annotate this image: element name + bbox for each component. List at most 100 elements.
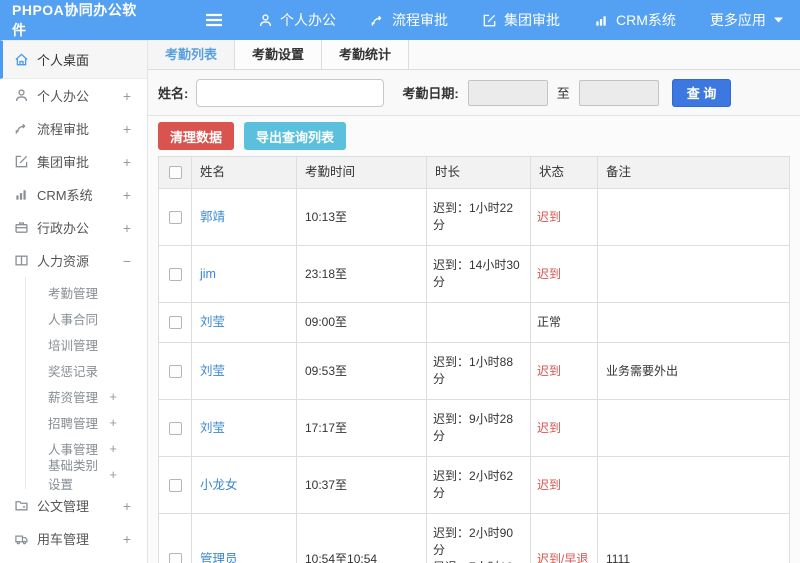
search-form: 姓名: 考勤日期: 至 查 询 — [148, 70, 800, 116]
row-checkbox[interactable] — [168, 267, 182, 281]
submenu-item-label: 培训管理 — [48, 338, 99, 353]
select-all-checkbox[interactable] — [168, 166, 182, 180]
remark-cell — [597, 399, 790, 457]
col-header-name: 姓名 — [191, 156, 297, 189]
briefcase-icon — [14, 220, 29, 235]
submenu-item-label: 招聘管理 — [48, 416, 99, 431]
nav-label: 个人办公 — [280, 12, 336, 28]
status-badge: 迟到/早退 — [530, 513, 598, 563]
employee-name-link[interactable]: 小龙女 — [200, 478, 238, 492]
nav-workflow-approval[interactable]: 流程审批 — [370, 10, 448, 30]
row-checkbox[interactable] — [168, 421, 182, 435]
expand-indicator: + — [122, 87, 131, 104]
nav-personal-office[interactable]: 个人办公 — [258, 10, 336, 30]
sidebar-item-personal-desktop[interactable]: 个人桌面 — [0, 40, 147, 79]
row-checkbox[interactable] — [168, 364, 182, 378]
sidebar-item-document-management[interactable]: 公文管理 + — [0, 489, 147, 522]
status-badge: 迟到 — [530, 456, 598, 514]
submenu-item-label: 薪资管理 — [48, 390, 99, 405]
expand-indicator: + — [122, 219, 131, 236]
nav-crm-system[interactable]: CRM系统 — [594, 10, 676, 30]
clean-data-button[interactable]: 清理数据 — [158, 122, 235, 150]
to-label: 至 — [556, 86, 570, 101]
attendance-time: 23:18至 — [296, 245, 427, 303]
employee-name-link[interactable]: jim — [200, 267, 216, 281]
table-row: 管理员 10:54至10:54 迟到：2小时90分早退：7小时10分 迟到/早退… — [158, 513, 790, 563]
submenu-item-base-category-settings[interactable]: 基础类别设置 + — [26, 459, 147, 492]
date-from-input[interactable] — [467, 79, 548, 106]
submenu-item-training-management[interactable]: 培训管理 — [26, 331, 147, 357]
sidebar-item-human-resources[interactable]: 人力资源 − — [0, 244, 147, 277]
nav-label: CRM系统 — [616, 12, 676, 28]
employee-name-link[interactable]: 刘莹 — [200, 421, 225, 435]
submenu-item-reward-punishment[interactable]: 奖惩记录 — [26, 357, 147, 383]
table-row: 刘莹 09:53至 迟到：1小时88分 迟到 业务需要外出 — [158, 342, 790, 400]
employee-name-link[interactable]: 郭靖 — [200, 210, 225, 224]
remark-cell — [597, 302, 790, 343]
top-bar: PHPOA协同办公软件 个人办公 流程审批 集团审批 CRM系统 更多应用 — [0, 0, 800, 40]
bar-chart-icon — [14, 187, 29, 202]
sidebar-item-vehicle-management[interactable]: 用车管理 + — [0, 522, 147, 555]
hr-submenu: 考勤管理 人事合同 培训管理 奖惩记录 薪资管理 + 招聘管理 + 人事管理 +… — [25, 277, 147, 492]
submenu-item-salary-management[interactable]: 薪资管理 + — [26, 383, 147, 409]
sidebar-item-admin-office[interactable]: 行政办公 + — [0, 211, 147, 244]
date-to-input[interactable] — [578, 79, 659, 106]
submenu-item-label: 基础类别设置 — [48, 459, 99, 492]
attendance-time: 09:53至 — [296, 342, 427, 400]
attendance-time: 10:54至10:54 — [296, 513, 427, 563]
workflow-icon — [14, 121, 29, 136]
tab-attendance-settings[interactable]: 考勤设置 — [235, 40, 323, 69]
submenu-item-attendance-management[interactable]: 考勤管理 — [26, 279, 147, 305]
attendance-table: 姓名 考勤时间 时长 状态 备注 郭靖 10:13至 迟到：1小时22分 迟到 … — [158, 156, 790, 563]
query-button[interactable]: 查 询 — [671, 78, 732, 107]
expand-indicator: + — [122, 497, 131, 514]
row-checkbox[interactable] — [168, 210, 182, 224]
sidebar-item-label: 公文管理 — [37, 499, 90, 514]
submenu-item-hr-contract[interactable]: 人事合同 — [26, 305, 147, 331]
workflow-icon — [370, 13, 385, 28]
status-badge: 迟到 — [530, 245, 598, 303]
expand-indicator: + — [122, 186, 131, 203]
row-checkbox[interactable] — [168, 478, 182, 492]
employee-name-link[interactable]: 管理员 — [200, 552, 238, 563]
sidebar-item-label: 个人桌面 — [37, 53, 90, 68]
sidebar-item-label: 集团审批 — [37, 155, 90, 170]
main-content: 考勤列表 考勤设置 考勤统计 姓名: 考勤日期: 至 查 询 清理数据 导出查询… — [148, 40, 800, 563]
sidebar-item-label: 个人办公 — [37, 89, 90, 104]
edit-icon — [482, 13, 497, 28]
app-logo: PHPOA协同办公软件 — [12, 2, 137, 38]
sidebar-item-group-approval[interactable]: 集团审批 + — [0, 145, 147, 178]
table-row: jim 23:18至 迟到：14小时30分 迟到 — [158, 245, 790, 303]
employee-name-link[interactable]: 刘莹 — [200, 364, 225, 378]
book-icon — [14, 253, 29, 268]
sidebar: 个人桌面 个人办公 + 流程审批 + 集团审批 + CRM系统 + 行政办公 +… — [0, 40, 148, 563]
row-checkbox[interactable] — [168, 316, 182, 330]
table-row: 刘莹 17:17至 迟到：9小时28分 迟到 — [158, 399, 790, 457]
nav-more-apps[interactable]: 更多应用 — [710, 10, 784, 30]
tab-attendance-statistics[interactable]: 考勤统计 — [322, 40, 410, 69]
sidebar-item-workflow-approval[interactable]: 流程审批 + — [0, 112, 147, 145]
nav-label: 更多应用 — [709, 12, 766, 28]
expand-indicator: + — [109, 466, 117, 482]
duration-cell: 迟到：9小时28分 — [426, 399, 531, 457]
home-icon — [14, 52, 29, 67]
expand-indicator: + — [122, 153, 131, 170]
expand-indicator: + — [122, 530, 131, 547]
sidebar-item-crm-system[interactable]: CRM系统 + — [0, 178, 147, 211]
name-input[interactable] — [196, 78, 385, 107]
employee-name-link[interactable]: 刘莹 — [200, 315, 225, 329]
nav-group-approval[interactable]: 集团审批 — [482, 10, 560, 30]
row-checkbox[interactable] — [168, 552, 182, 563]
sidebar-item-personal-office[interactable]: 个人办公 + — [0, 79, 147, 112]
export-list-button[interactable]: 导出查询列表 — [244, 122, 347, 150]
submenu-item-recruitment-management[interactable]: 招聘管理 + — [26, 409, 147, 435]
duration-cell: 迟到：14小时30分 — [426, 245, 531, 303]
submenu-item-label: 人事合同 — [48, 312, 99, 327]
remark-cell: 1111 — [597, 513, 790, 563]
tab-attendance-list[interactable]: 考勤列表 — [148, 40, 236, 69]
attendance-time: 09:00至 — [296, 302, 427, 343]
sidebar-item-label: 人力资源 — [37, 254, 90, 269]
user-icon — [14, 88, 29, 103]
status-badge: 迟到 — [530, 188, 598, 246]
hamburger-icon[interactable] — [204, 12, 224, 28]
